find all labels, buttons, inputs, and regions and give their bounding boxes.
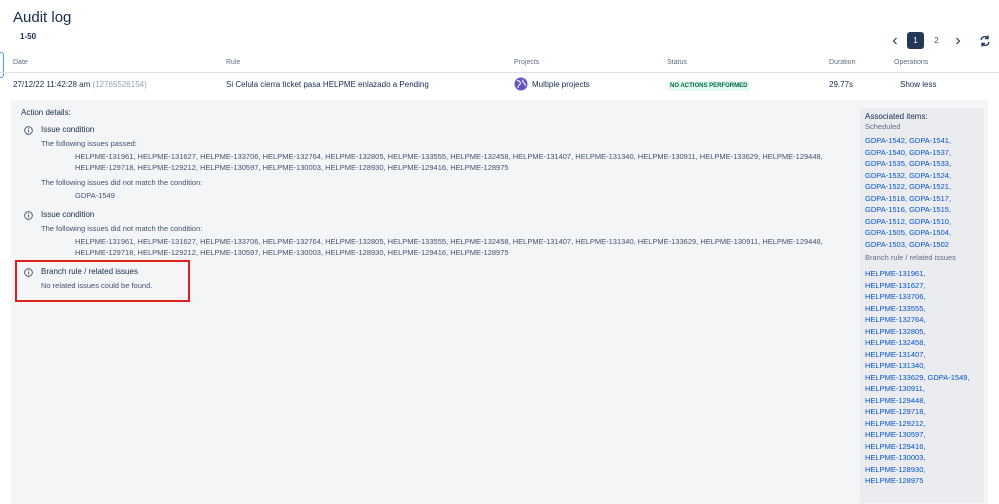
issue-link[interactable]: HELPME-128975 bbox=[865, 476, 923, 485]
condition-1-passed-issues: HELPME-131961, HELPME-131627, HELPME-133… bbox=[75, 151, 835, 173]
refresh-icon[interactable] bbox=[978, 34, 992, 48]
table-header: Date Rule Projects Status Duration Opera… bbox=[0, 56, 999, 73]
issue-link[interactable]: GDPA-1524, bbox=[909, 171, 951, 180]
issue-link[interactable]: HELPME-131407, bbox=[865, 350, 925, 359]
issue-link[interactable]: HELPME-133629, bbox=[865, 373, 925, 382]
issue-link[interactable]: HELPME-130597, bbox=[865, 430, 925, 439]
page-button-2[interactable]: 2 bbox=[928, 32, 945, 49]
issue-link[interactable]: GDPA-1516, bbox=[865, 205, 907, 214]
info-icon bbox=[24, 211, 33, 220]
issue-link[interactable]: GDPA-1521, bbox=[909, 182, 951, 191]
branch-rule-title: Branch rule / related issues bbox=[41, 267, 138, 276]
results-range: 1-50 bbox=[20, 32, 37, 41]
issue-link[interactable]: HELPME-129718, bbox=[865, 407, 925, 416]
issue-link[interactable]: HELPME-130003, bbox=[865, 453, 925, 462]
chevron-right-icon[interactable] bbox=[949, 32, 966, 49]
info-icon bbox=[24, 126, 33, 135]
branch-rule-label: Branch rule / related issues bbox=[865, 253, 956, 262]
issue-link[interactable]: GDPA-1505, bbox=[865, 228, 907, 237]
issue-link[interactable]: HELPME-129212, bbox=[865, 419, 925, 428]
issue-link[interactable]: HELPME-133555, bbox=[865, 304, 925, 313]
condition-1-title: Issue condition bbox=[41, 125, 95, 134]
issue-link[interactable]: GDPA-1510, bbox=[909, 217, 951, 226]
issue-link[interactable]: GDPA-1512, bbox=[865, 217, 907, 226]
column-header-projects[interactable]: Projects bbox=[514, 59, 539, 66]
table-row: 27/12/22 11:42:28 am (12765526154) Si Ce… bbox=[0, 73, 999, 97]
action-details-title: Action details: bbox=[21, 108, 71, 117]
issue-link[interactable]: GDPA-1533, bbox=[909, 159, 951, 168]
page-title: Audit log bbox=[13, 9, 72, 26]
issue-link[interactable]: HELPME-132764, bbox=[865, 315, 925, 324]
branch-links: HELPME-131961, HELPME-131627, HELPME-133… bbox=[865, 268, 983, 487]
scheduled-links: GDPA-1542, GDPA-1541, GDPA-1540, GDPA-15… bbox=[865, 135, 983, 250]
condition-2-title: Issue condition bbox=[41, 210, 95, 219]
issue-link[interactable]: HELPME-131961, bbox=[865, 269, 925, 278]
condition-1-failed-issues: GDPA-1549 bbox=[75, 191, 115, 200]
issue-link[interactable]: HELPME-131340, bbox=[865, 361, 925, 370]
issue-list-line: HELPME-131961, HELPME-131627, HELPME-133… bbox=[75, 237, 823, 246]
info-icon bbox=[24, 268, 33, 277]
issue-link[interactable]: GDPA-1517, bbox=[909, 194, 951, 203]
issue-link[interactable]: GDPA-1522, bbox=[865, 182, 907, 191]
issue-link[interactable]: GDPA-1502 bbox=[909, 240, 949, 249]
issue-list-line: HELPME-131961, HELPME-131627, HELPME-133… bbox=[75, 152, 823, 161]
column-header-status[interactable]: Status bbox=[667, 59, 687, 66]
issue-link[interactable]: GDPA-1535, bbox=[865, 159, 907, 168]
show-less-link[interactable]: Show less bbox=[900, 80, 936, 89]
status-badge: NO ACTIONS PERFORMED bbox=[667, 81, 751, 91]
globe-icon bbox=[514, 77, 528, 91]
issue-link[interactable]: GDPA-1504, bbox=[909, 228, 951, 237]
issue-link[interactable]: HELPME-132458, bbox=[865, 338, 925, 347]
execution-id: (12765526154) bbox=[92, 80, 147, 89]
issue-link[interactable]: GDPA-1540, bbox=[865, 148, 907, 157]
issue-link[interactable]: GDPA-1537, bbox=[909, 148, 951, 157]
pagination: 1 2 bbox=[886, 32, 992, 49]
associated-items-title: Associated items: bbox=[865, 112, 928, 121]
column-header-date[interactable]: Date bbox=[13, 59, 28, 66]
issue-link[interactable]: HELPME-133706, bbox=[865, 292, 925, 301]
issue-list-line: HELPME-129718, HELPME-129212, HELPME-130… bbox=[75, 163, 509, 172]
associated-items-panel: Associated items: Scheduled GDPA-1542, G… bbox=[860, 108, 984, 503]
issue-link[interactable]: GDPA-1518, bbox=[865, 194, 907, 203]
issue-link[interactable]: HELPME-129416, bbox=[865, 442, 925, 451]
projects-text: Multiple projects bbox=[532, 80, 590, 89]
rule-name[interactable]: Si Celula cierra ticket pasa HELPME enla… bbox=[226, 80, 429, 89]
issue-link[interactable]: GDPA-1541, bbox=[909, 136, 951, 145]
issue-link[interactable]: HELPME-128930, bbox=[865, 465, 925, 474]
action-details-panel: Action details: Issue condition The foll… bbox=[11, 100, 988, 504]
condition-2-failed-label: The following issues did not match the c… bbox=[41, 224, 203, 233]
branch-rule-text: No related issues could be found. bbox=[41, 281, 153, 290]
page-button-1[interactable]: 1 bbox=[907, 32, 924, 49]
issue-link[interactable]: HELPME-130911, bbox=[865, 384, 925, 393]
column-header-operations[interactable]: Operations bbox=[894, 59, 928, 66]
issue-link[interactable]: GDPA-1542, bbox=[865, 136, 907, 145]
issue-list-line: HELPME-129718, HELPME-129212, HELPME-130… bbox=[75, 248, 509, 257]
row-date: 27/12/22 11:42:28 am (12765526154) bbox=[13, 80, 147, 89]
issue-link[interactable]: HELPME-132805, bbox=[865, 327, 925, 336]
issue-link[interactable]: GDPA-1532, bbox=[865, 171, 907, 180]
issue-link[interactable]: HELPME-131627, bbox=[865, 281, 925, 290]
scheduled-label: Scheduled bbox=[865, 122, 901, 131]
date-text: 27/12/22 11:42:28 am bbox=[13, 80, 91, 89]
column-header-duration[interactable]: Duration bbox=[829, 59, 855, 66]
condition-1-failed-label: The following issues did not match the c… bbox=[41, 178, 203, 187]
condition-2-failed-issues: HELPME-131961, HELPME-131627, HELPME-133… bbox=[75, 236, 835, 258]
duration-text: 29.77s bbox=[829, 80, 854, 89]
condition-1-passed-label: The following issues passed: bbox=[41, 139, 137, 148]
issue-link[interactable]: HELPME-129448, bbox=[865, 396, 925, 405]
chevron-left-icon[interactable] bbox=[886, 32, 903, 49]
issue-link[interactable]: GDPA-1549, bbox=[928, 373, 970, 382]
issue-link[interactable]: GDPA-1515, bbox=[909, 205, 951, 214]
column-header-rule[interactable]: Rule bbox=[226, 59, 240, 66]
issue-link[interactable]: GDPA-1503, bbox=[865, 240, 907, 249]
